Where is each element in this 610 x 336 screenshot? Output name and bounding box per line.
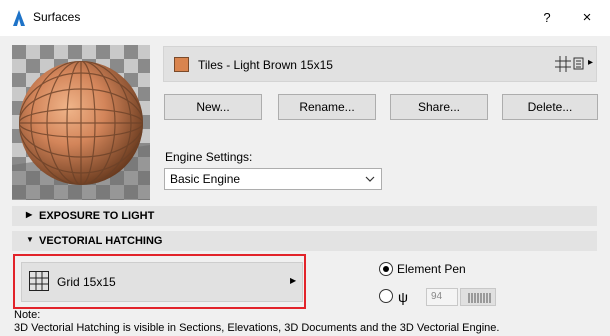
material-name: Tiles - Light Brown 15x15	[198, 58, 333, 72]
section-label: EXPOSURE TO LIGHT	[39, 210, 155, 222]
rename-button[interactable]: Rename...	[278, 94, 376, 120]
engine-settings-label: Engine Settings:	[165, 150, 253, 164]
pen-number-field[interactable]: 94	[426, 288, 458, 306]
engine-value: Basic Engine	[170, 172, 241, 186]
caret-right-icon: ▶	[26, 210, 33, 219]
share-button[interactable]: Share...	[390, 94, 488, 120]
caret-down-icon: ▼	[26, 235, 34, 244]
material-selector[interactable]: Tiles - Light Brown 15x15 ▸	[163, 46, 597, 82]
element-pen-radio[interactable]	[379, 262, 393, 276]
engine-select[interactable]: Basic Engine	[164, 168, 382, 190]
note-text: 3D Vectorial Hatching is visible in Sect…	[14, 322, 500, 334]
help-button[interactable]: ?	[536, 7, 558, 29]
section-vectorial-hatching[interactable]: ▼ VECTORIAL HATCHING	[12, 231, 597, 251]
chevron-down-icon	[365, 176, 375, 182]
archicad-logo-icon	[13, 10, 25, 26]
material-preview	[12, 45, 150, 200]
custom-pen-radio[interactable]	[379, 289, 393, 303]
pen-icon: ψ	[398, 289, 408, 305]
hatch-pattern-selector[interactable]: Grid 15x15 ▶	[21, 262, 303, 302]
caret-right-icon: ▶	[290, 276, 297, 285]
window-title: Surfaces	[33, 10, 81, 24]
title-bar: Surfaces ? ×	[0, 0, 610, 36]
new-button[interactable]: New...	[164, 94, 262, 120]
grid-pattern-icon	[29, 271, 49, 291]
material-color-swatch	[174, 57, 189, 72]
pen-pattern-swatch[interactable]	[460, 288, 496, 306]
material-menu-arrow[interactable]: ▸	[588, 57, 593, 68]
element-pen-label: Element Pen	[397, 262, 466, 276]
note-title: Note:	[14, 309, 41, 321]
hatch-pattern-name: Grid 15x15	[57, 275, 116, 289]
close-button[interactable]: ×	[576, 7, 598, 29]
delete-button[interactable]: Delete...	[502, 94, 598, 120]
grid-icon[interactable]	[555, 56, 585, 72]
section-label: VECTORIAL HATCHING	[39, 235, 163, 247]
dialog-body: Tiles - Light Brown 15x15 ▸ New... Renam…	[0, 36, 610, 336]
section-exposure-to-light[interactable]: ▶ EXPOSURE TO LIGHT	[12, 206, 597, 226]
